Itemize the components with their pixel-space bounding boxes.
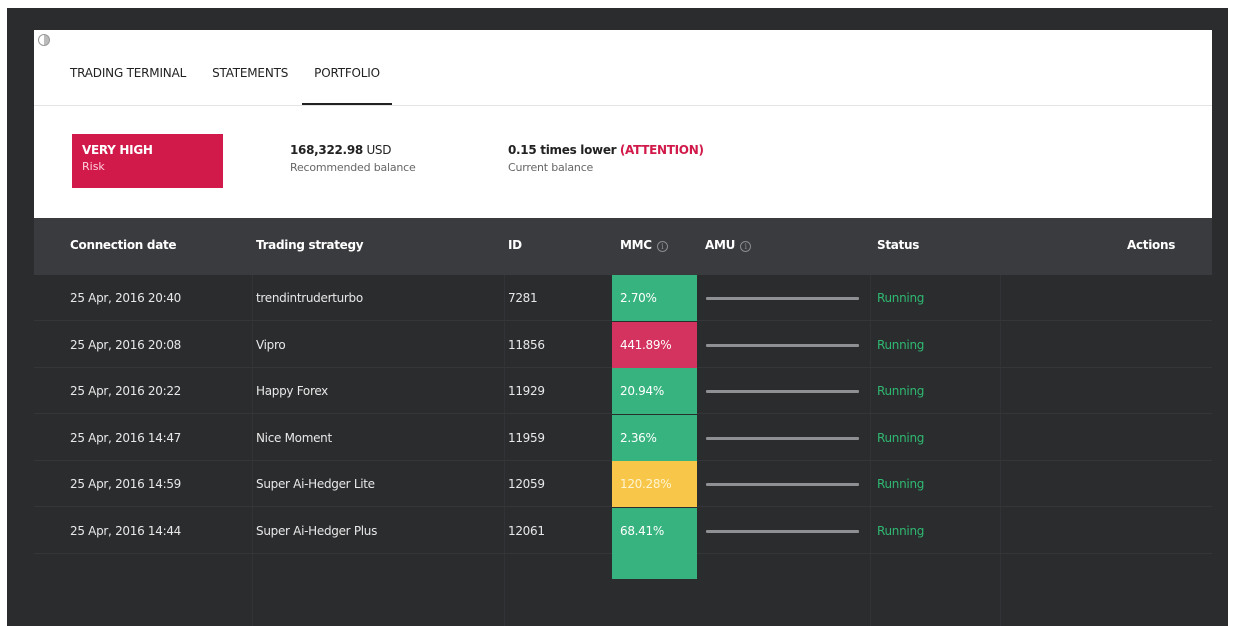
header-actions: Actions <box>1127 238 1176 252</box>
mmc-column-end <box>612 554 697 579</box>
strategy-name[interactable]: Super Ai-Hedger Plus <box>256 508 377 554</box>
amu-bar <box>706 343 859 347</box>
status-text: Running <box>877 430 925 445</box>
risk-label: Risk <box>82 160 105 173</box>
mmc-value: 120.28% <box>612 461 697 507</box>
connection-date: 25 Apr, 2016 14:47 <box>70 430 182 445</box>
tab-portfolio[interactable]: PORTFOLIO <box>302 52 392 106</box>
status-text: Running <box>877 523 925 538</box>
status-text: Running <box>877 477 925 491</box>
mmc-info-icon[interactable]: i <box>656 241 668 252</box>
header-amu[interactable]: AMU i <box>705 238 752 252</box>
header-trading-strategy[interactable]: Trading strategy <box>256 238 364 252</box>
connection-date: 25 Apr, 2016 20:08 <box>70 337 182 352</box>
table-row[interactable]: 25 Apr, 2016 20:40 trendintruderturbo 7281… <box>34 275 1212 321</box>
recommended-balance: 168,322.98 USD Recommended balance <box>290 143 416 174</box>
current-balance-value: 0.15 times lower <box>508 143 617 157</box>
amu-bar <box>706 529 859 533</box>
amu-bar <box>706 436 859 440</box>
strategy-name[interactable]: Super Ai-Hedger Lite <box>256 461 375 507</box>
main-tabs: TRADING TERMINAL STATEMENTS PORTFOLIO <box>70 52 406 106</box>
strategy-id: 7281 <box>508 291 538 305</box>
strategy-id: 11929 <box>508 384 545 398</box>
tab-statements[interactable]: STATEMENTS <box>212 52 288 106</box>
header-id[interactable]: ID <box>508 238 522 252</box>
mmc-value: 68.41% <box>612 507 697 554</box>
table-row[interactable]: 25 Apr, 2016 14:47 Nice Moment 11959 2.36% R… <box>34 414 1212 461</box>
portfolio-summary-panel: TRADING TERMINAL STATEMENTS PORTFOLIO VE… <box>34 30 1212 218</box>
connection-date: 25 Apr, 2016 20:40 <box>70 291 182 305</box>
connection-date: 25 Apr, 2016 14:44 <box>70 523 182 538</box>
mmc-value: 2.70% <box>612 275 697 321</box>
strategy-id: 11856 <box>508 337 545 352</box>
recommended-balance-value: 168,322.98 <box>290 143 363 157</box>
amu-info-icon[interactable]: i <box>740 241 752 252</box>
status-text: Running <box>877 337 925 352</box>
status-text: Running <box>877 291 925 305</box>
strategy-id: 12061 <box>508 523 545 538</box>
amu-bar <box>706 483 859 486</box>
risk-level: VERY HIGH <box>82 143 153 157</box>
tab-trading-terminal[interactable]: TRADING TERMINAL <box>70 52 186 106</box>
strategy-name[interactable]: Happy Forex <box>256 368 328 414</box>
strategies-table: 25 Apr, 2016 20:40 trendintruderturbo 7281… <box>34 275 1212 626</box>
amu-bar <box>706 390 859 393</box>
strategy-id: 11959 <box>508 430 545 445</box>
strategy-name[interactable]: Nice Moment <box>256 415 332 461</box>
table-row[interactable]: 25 Apr, 2016 20:08 Vipro 11856 441.89% Runni… <box>34 321 1212 368</box>
table-row[interactable]: 25 Apr, 2016 14:59 Super Ai-Hedger Lite 12… <box>34 461 1212 507</box>
attention-label: (ATTENTION) <box>619 143 704 157</box>
connection-date: 25 Apr, 2016 20:22 <box>70 384 182 398</box>
mmc-value: 2.36% <box>612 414 697 461</box>
header-mmc[interactable]: MMC i <box>620 238 668 252</box>
table-row[interactable]: 25 Apr, 2016 14:44 Super Ai-Hedger Plus 12… <box>34 507 1212 554</box>
risk-badge: VERY HIGH Risk <box>72 134 223 188</box>
tabs-divider <box>34 105 1212 106</box>
amu-bar <box>706 297 859 300</box>
header-status[interactable]: Status <box>877 238 919 252</box>
current-balance: 0.15 times lower (ATTENTION) Current bal… <box>508 143 704 174</box>
table-header: Connection date Trading strategy ID MMC i… <box>34 218 1212 275</box>
mmc-value: 20.94% <box>612 368 697 414</box>
strategy-name[interactable]: Vipro <box>256 322 286 368</box>
table-row[interactable]: 25 Apr, 2016 20:22 Happy Forex 11929 20.94%… <box>34 368 1212 414</box>
theme-toggle-icon[interactable] <box>38 34 50 46</box>
mmc-value: 441.89% <box>612 321 697 368</box>
recommended-balance-currency: USD <box>366 143 392 157</box>
recommended-balance-label: Recommended balance <box>290 161 416 174</box>
strategy-id: 12059 <box>508 477 545 491</box>
strategy-name[interactable]: trendintruderturbo <box>256 275 363 321</box>
status-text: Running <box>877 384 925 398</box>
header-connection-date[interactable]: Connection date <box>70 238 177 252</box>
connection-date: 25 Apr, 2016 14:59 <box>70 477 182 491</box>
current-balance-label: Current balance <box>508 161 594 174</box>
